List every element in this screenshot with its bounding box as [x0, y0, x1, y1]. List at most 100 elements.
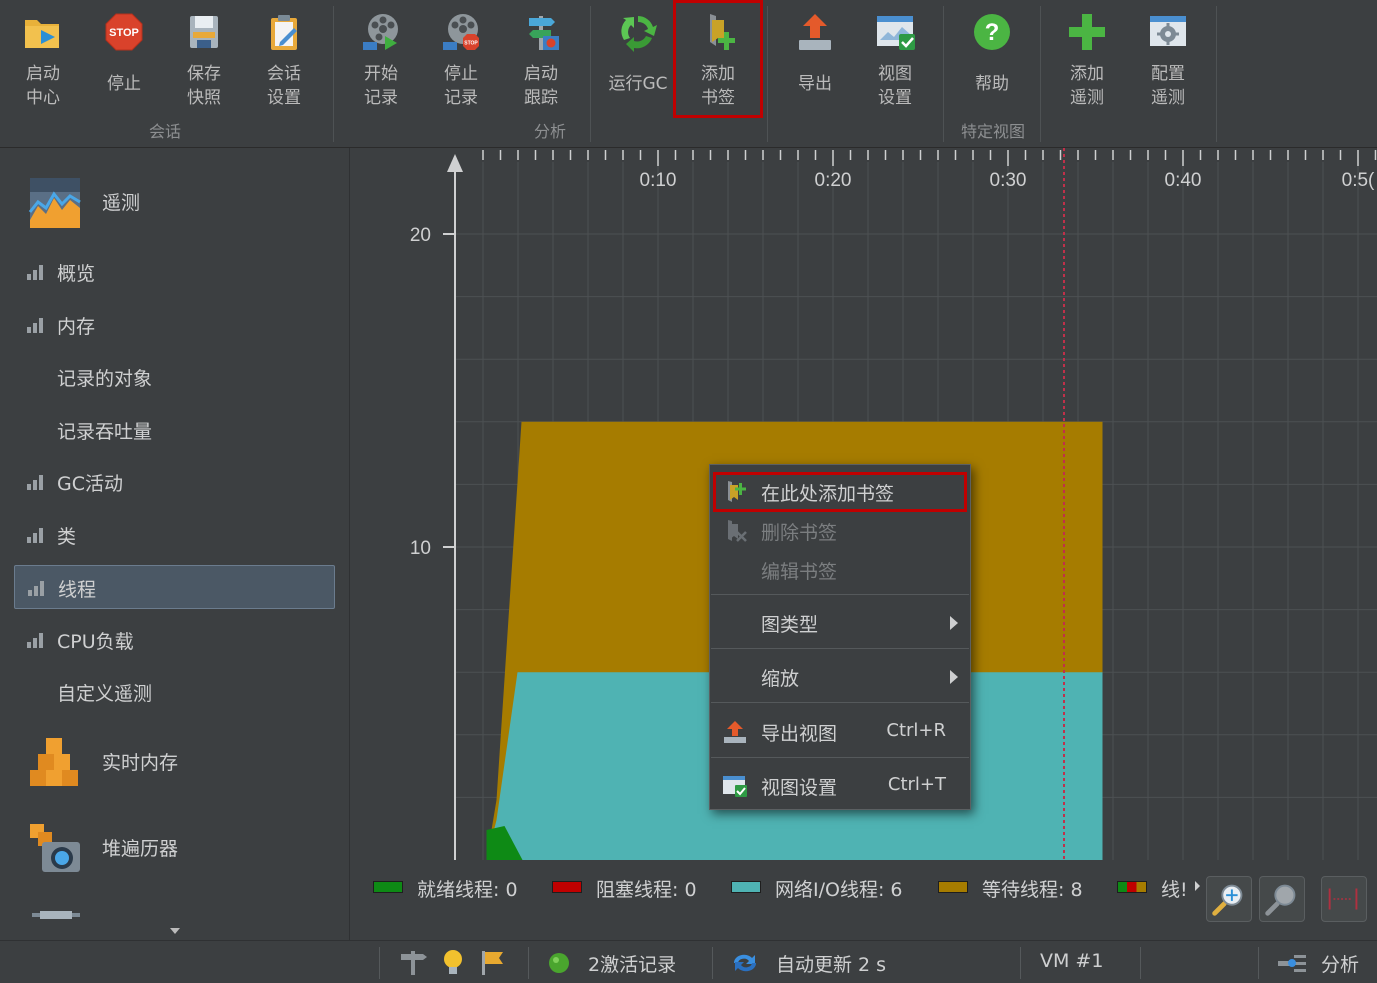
view-settings-icon — [877, 16, 915, 50]
legend-netio-text: 网络I/O线程: 6 — [775, 879, 903, 901]
lightbulb-icon[interactable] — [440, 948, 466, 978]
signpost-icon — [529, 16, 559, 50]
save-snapshot-label: 保存 快照 — [187, 64, 221, 108]
sidebar-item-label: 记录吞吐量 — [57, 421, 153, 443]
start-center-button[interactable]: 启动 中心 — [4, 6, 82, 114]
sidebar-item[interactable]: CPU负载 — [14, 618, 335, 662]
fit-width-button[interactable] — [1321, 876, 1367, 922]
sidebar-item-label: 记录的对象 — [57, 368, 153, 390]
menu-view-settings[interactable]: 视图设置 Ctrl+T — [710, 766, 970, 804]
y-tick-label: 10 — [410, 538, 431, 559]
clipboard-icon — [271, 15, 297, 50]
menu-view-settings-shortcut: Ctrl+T — [887, 774, 946, 795]
bar-chart-icon — [27, 528, 43, 543]
sidebar-item-label: 内存 — [57, 316, 96, 338]
export-label: 导出 — [798, 74, 832, 94]
stop-button[interactable]: STOP 停止 — [85, 6, 163, 114]
menu-view-settings-label: 视图设置 — [761, 777, 838, 799]
legend-scroll-right-icon[interactable] — [1195, 881, 1200, 891]
sidebar-item[interactable]: 概览 — [14, 250, 335, 294]
run-gc-button[interactable]: 运行GC — [599, 6, 677, 114]
legend-waiting-text: 等待线程: 8 — [982, 879, 1083, 901]
add-telemetry-label: 添加 遥测 — [1070, 64, 1104, 108]
toolbar-separator — [1216, 6, 1217, 142]
zoom-in-button[interactable] — [1206, 876, 1252, 922]
active-recordings-text[interactable]: 2激活记录 — [588, 950, 676, 977]
help-button[interactable]: ? 帮助 — [953, 6, 1031, 114]
auto-update-text[interactable]: 自动更新 2 s — [776, 950, 886, 977]
sidebar-item[interactable]: 线程 — [14, 565, 335, 609]
bookmark-flag-icon[interactable] — [478, 949, 506, 977]
start-center-icon — [25, 20, 59, 48]
sidebar-scroll-down-icon[interactable] — [170, 928, 180, 934]
menu-delete-bookmark[interactable]: 删除书签 — [710, 511, 970, 549]
stop-recording-button[interactable]: STOP 停止 记录 — [422, 6, 500, 114]
submenu-arrow-icon — [950, 670, 958, 684]
analysis-icon[interactable] — [1276, 951, 1308, 975]
bookmark-delete-icon — [728, 520, 747, 542]
status-separator — [1258, 947, 1259, 979]
x-tick-label: 0:40 — [1165, 170, 1202, 191]
help-icon: ? — [974, 14, 1010, 50]
view-settings-icon — [723, 776, 747, 797]
view-settings-label: 视图 设置 — [878, 64, 912, 108]
zoom-in-icon — [1212, 884, 1243, 916]
menu-separator — [711, 648, 969, 649]
vm-text[interactable]: VM #1 — [1040, 950, 1103, 972]
start-recording-button[interactable]: 开始 记录 — [342, 6, 420, 114]
legend-ready-swatch — [373, 881, 403, 893]
legend-more-text: 线! — [1161, 879, 1188, 901]
add-telemetry-button[interactable]: 添加 遥测 — [1048, 6, 1126, 114]
configure-telemetry-button[interactable]: 配置 遥测 — [1129, 6, 1207, 114]
x-tick-label: 0:10 — [640, 170, 677, 191]
configure-telemetry-icon — [1150, 16, 1186, 46]
sidebar-item[interactable]: 内存 — [14, 303, 335, 347]
sidebar-item[interactable]: 记录的对象 — [14, 355, 335, 399]
sidebar-item[interactable]: GC活动 — [14, 460, 335, 504]
menu-edit-bookmark[interactable]: 编辑书签 — [710, 550, 970, 588]
telemetry-icon — [28, 178, 81, 228]
bar-chart-icon — [27, 265, 43, 280]
zoom-out-button[interactable] — [1259, 876, 1305, 922]
x-tick-label: 0:20 — [815, 170, 852, 191]
active-status-icon — [549, 953, 569, 973]
bar-chart-icon — [28, 581, 44, 596]
analysis-text[interactable]: 分析 — [1321, 950, 1359, 977]
x-tick-label: 0:30 — [990, 170, 1027, 191]
configure-telemetry-label: 配置 遥测 — [1151, 64, 1185, 108]
status-separator — [1140, 947, 1141, 979]
session-settings-label: 会话 设置 — [267, 64, 301, 108]
menu-export-view[interactable]: 导出视图 Ctrl+R — [710, 712, 970, 750]
status-separator — [528, 947, 529, 979]
bar-chart-icon — [27, 633, 43, 648]
menu-export-view-shortcut: Ctrl+R — [886, 720, 946, 741]
save-snapshot-button[interactable]: 保存 快照 — [165, 6, 243, 114]
sidebar-item[interactable]: 记录吞吐量 — [14, 408, 335, 452]
export-button[interactable]: 导出 — [776, 6, 854, 114]
add-bookmark-highlight — [673, 0, 763, 118]
context-menu: 在此处添加书签 删除书签 编辑书签 图类型 缩放 导出视图 Ctrl+R 视图设… — [709, 464, 971, 810]
group-analysis-label: 分析 — [533, 122, 566, 141]
sidebar-item[interactable]: 自定义遥测 — [14, 670, 335, 714]
menu-chart-type[interactable]: 图类型 — [710, 603, 970, 641]
sidebar-item[interactable]: 类 — [14, 513, 335, 557]
menu-separator — [711, 594, 969, 595]
y-tick-label: 20 — [410, 225, 431, 246]
signpost-status-icon[interactable] — [398, 949, 428, 977]
sidebar-item-label: 类 — [57, 526, 77, 548]
legend-blocked-text: 阻塞线程: 0 — [596, 879, 697, 901]
heap-walker-camera-icon — [30, 824, 80, 872]
toolbar-separator — [767, 6, 768, 142]
group-view-specific-label: 特定视图 — [960, 122, 1025, 141]
auto-update-icon[interactable] — [730, 950, 760, 976]
menu-zoom[interactable]: 缩放 — [710, 657, 970, 695]
sidebar: 遥测 概览 内存 记录的对象 记录吞吐量 GC活动类线程 CPU负载 自定义遥测 实时内存 … — [0, 148, 350, 940]
menu-add-bookmark-highlight — [713, 472, 967, 512]
session-settings-button[interactable]: 会话 设置 — [245, 6, 323, 114]
save-snapshot-icon — [190, 16, 218, 48]
view-settings-button[interactable]: 视图 设置 — [856, 6, 934, 114]
plus-icon — [1069, 14, 1105, 50]
status-separator — [1020, 947, 1021, 979]
start-tracking-button[interactable]: 启动 跟踪 — [502, 6, 580, 114]
legend-waiting-swatch — [938, 881, 968, 893]
